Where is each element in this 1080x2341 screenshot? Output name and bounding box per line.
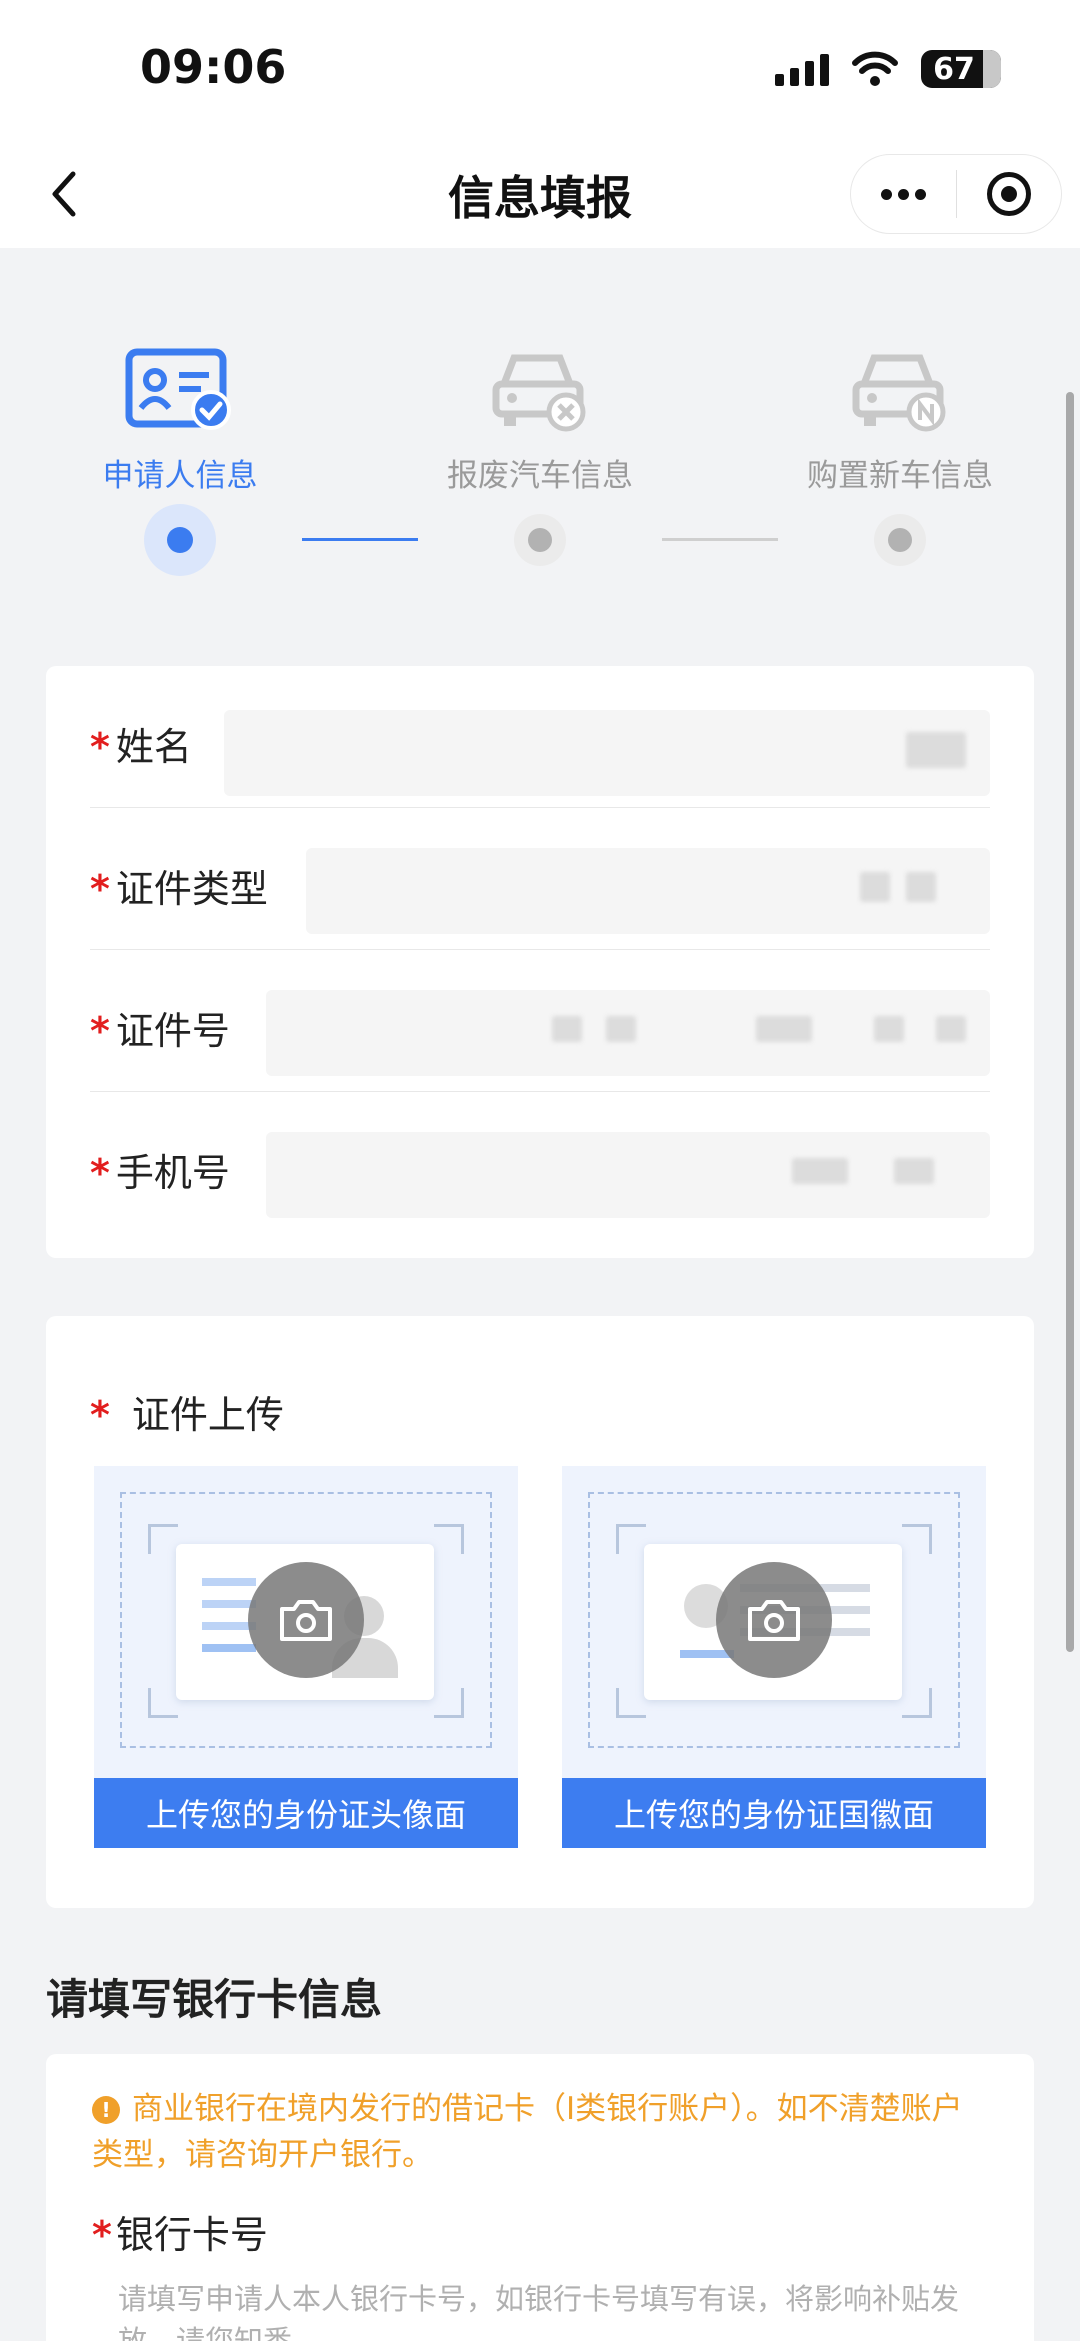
step-dot xyxy=(514,514,566,566)
phone-row: * 手机号 xyxy=(90,1092,990,1234)
mini-program-capsule xyxy=(850,154,1062,234)
scrap-car-icon xyxy=(492,354,586,432)
step-label: 购置新车信息 xyxy=(807,458,993,494)
applicant-card-icon xyxy=(125,348,231,430)
status-time: 09:06 xyxy=(140,40,287,94)
upload-front-button[interactable]: 上传您的身份证头像面 xyxy=(94,1778,518,1848)
bank-section-heading: 请填写银行卡信息 xyxy=(46,1975,383,2024)
id-number-row: * 证件号 xyxy=(90,950,990,1092)
nav-bar: 信息填报 xyxy=(0,140,1080,248)
id-type-row: * 证件类型 xyxy=(90,808,990,950)
id-type-select[interactable] xyxy=(306,848,990,934)
phone-input[interactable] xyxy=(266,1132,990,1218)
step-dot-active xyxy=(144,504,216,576)
upload-back-button[interactable]: 上传您的身份证国徽面 xyxy=(562,1778,986,1848)
status-bar: 09:06 67 xyxy=(0,0,1080,140)
bank-card: ! 商业银行在境内发行的借记卡（I类银行账户）。如不清楚账户类型，请咨询开户银行。… xyxy=(46,2054,1034,2341)
name-label: 姓名 xyxy=(115,725,192,769)
name-row: * 姓名 xyxy=(90,666,990,808)
new-car-icon xyxy=(852,354,946,432)
more-dots-icon xyxy=(880,188,926,200)
signal-icon xyxy=(775,52,829,86)
close-miniprogram-button[interactable] xyxy=(957,155,1062,233)
step-dot xyxy=(874,514,926,566)
phone-label: 手机号 xyxy=(115,1151,230,1195)
bank-notice: ! 商业银行在境内发行的借记卡（I类银行账户）。如不清楚账户类型，请咨询开户银行。 xyxy=(92,2091,963,2173)
wifi-icon xyxy=(852,51,898,86)
name-input[interactable] xyxy=(224,710,990,796)
upload-id-back[interactable]: 上传您的身份证国徽面 xyxy=(562,1466,986,1848)
status-icons: 67 xyxy=(775,50,1001,88)
step-connector xyxy=(302,538,418,541)
battery-icon: 67 xyxy=(921,50,1001,88)
progress-steps: 申请人信息 报废汽车信息 购置新车信息 xyxy=(0,340,1080,600)
target-icon xyxy=(986,172,1031,216)
camera-icon xyxy=(716,1562,832,1678)
bank-card-label: * 银行卡号 xyxy=(92,2213,268,2257)
id-number-input[interactable] xyxy=(266,990,990,1076)
camera-icon xyxy=(248,1562,364,1678)
id-type-label: 证件类型 xyxy=(115,867,268,911)
step-connector xyxy=(662,538,778,541)
bank-card-input[interactable]: 请填写申请人本人银行卡号，如银行卡号填写有误，将影响补贴发放，请您知悉 xyxy=(118,2278,990,2341)
upload-title: * 证件上传 xyxy=(90,1393,284,1437)
step-applicant: 申请人信息 xyxy=(30,340,330,495)
applicant-form-card: * 姓名 * 证件类型 * 证件号 * 手机号 xyxy=(46,666,1034,1258)
step-scrap-car: 报废汽车信息 xyxy=(390,340,690,495)
info-icon: ! xyxy=(92,2096,120,2124)
id-number-label: 证件号 xyxy=(115,1009,230,1053)
step-label: 报废汽车信息 xyxy=(447,458,633,494)
scrollbar[interactable] xyxy=(1066,392,1074,1652)
step-new-car: 购置新车信息 xyxy=(750,340,1050,495)
upload-card: * 证件上传 上传您的身份证头像面 上传您的身份证国徽面 xyxy=(46,1316,1034,1908)
upload-id-front[interactable]: 上传您的身份证头像面 xyxy=(94,1466,518,1848)
more-button[interactable] xyxy=(851,155,956,233)
step-label: 申请人信息 xyxy=(102,458,258,494)
battery-level: 67 xyxy=(933,51,975,87)
